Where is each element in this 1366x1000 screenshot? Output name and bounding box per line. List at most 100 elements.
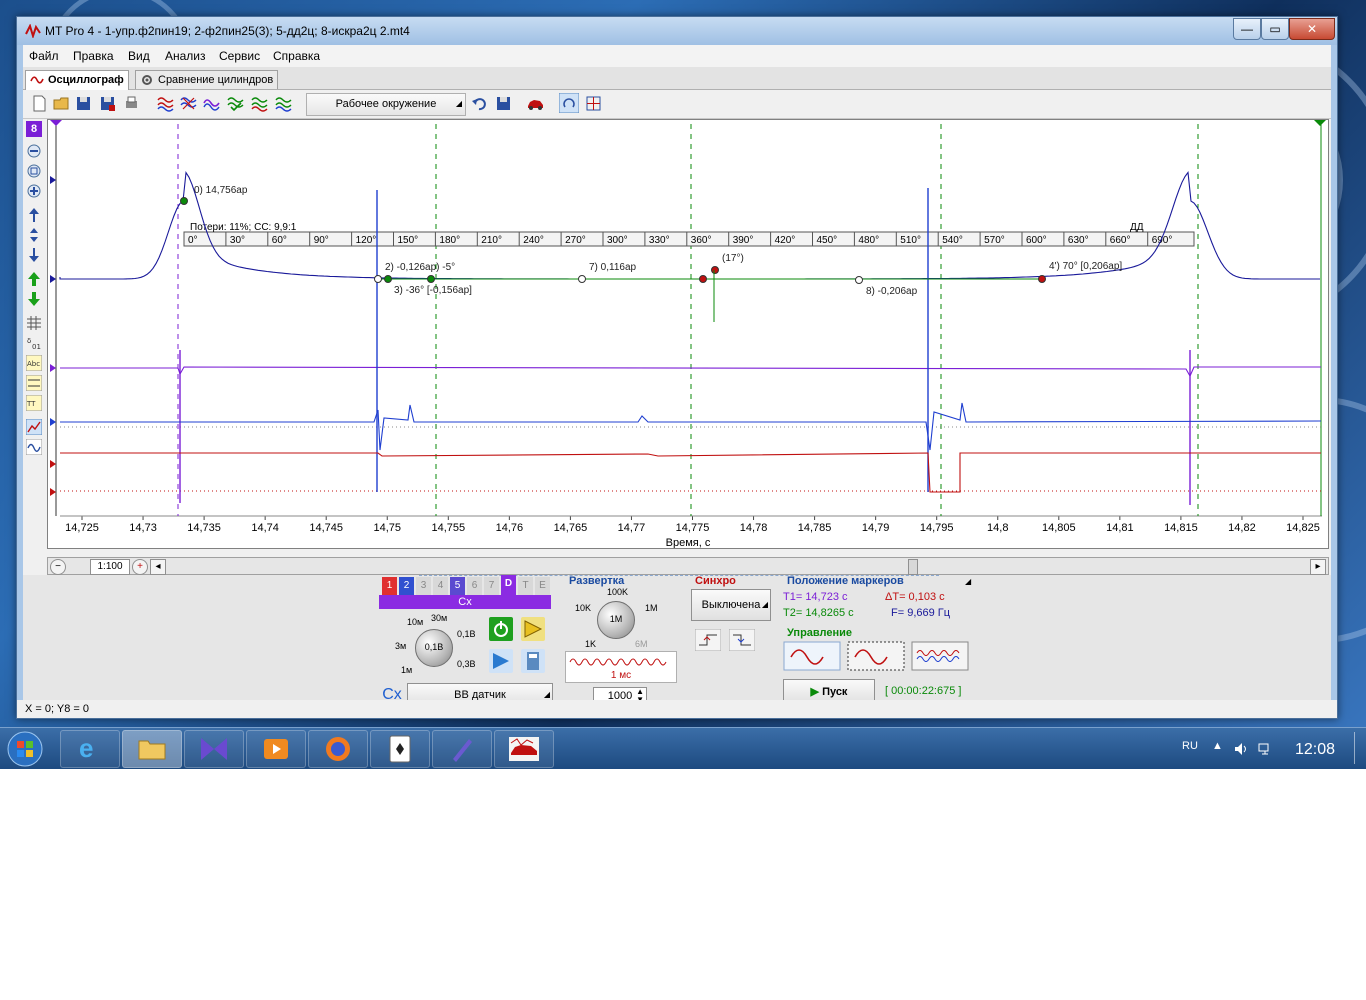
scale-both-icon[interactable] <box>26 227 42 243</box>
channel-tab-4[interactable]: 4 <box>433 577 448 595</box>
voltage-range-knob[interactable]: 0,1В <box>415 629 453 667</box>
angle-tick-label: 510° <box>900 235 921 246</box>
tab-cylinder-compare[interactable]: Сравнение цилиндров <box>135 70 279 89</box>
new-file-icon[interactable] <box>31 95 48 112</box>
print-icon[interactable] <box>123 95 140 112</box>
menu-analysis[interactable]: Анализ <box>165 49 206 63</box>
values-icon[interactable]: δ01 <box>26 335 42 351</box>
taskbar-mtpro[interactable] <box>494 730 554 768</box>
menu-file[interactable]: Файл <box>29 49 59 63</box>
channel-tab-e[interactable]: E <box>535 577 550 595</box>
scroll-right-button[interactable]: ▸ <box>1310 559 1326 575</box>
wave-view-icon[interactable] <box>26 439 42 455</box>
menu-service[interactable]: Сервис <box>219 49 260 63</box>
oscilloscope-plot[interactable]: 14,725 14,73 14,735 14,74 14,745 14,75 14,755 1… <box>47 119 1329 549</box>
channel-tab-1[interactable]: 1 <box>382 577 397 595</box>
zoom-in-icon[interactable] <box>26 183 42 199</box>
angle-tick-label: 150° <box>398 235 419 246</box>
marker-label: (17°) <box>722 253 744 264</box>
save-as-icon[interactable] <box>99 95 116 112</box>
trigger-falling-icon[interactable] <box>729 629 755 651</box>
move-down-icon[interactable] <box>26 291 42 307</box>
sweep-knob-value: 1M <box>609 614 623 624</box>
x-tick-label: 14,805 <box>1042 522 1076 534</box>
menu-edit[interactable]: Правка <box>73 49 114 63</box>
window-title: MT Pro 4 - 1-упр.ф2пин19; 2-ф2пин25(3); … <box>45 24 410 38</box>
close-button[interactable]: ✕ <box>1289 18 1335 40</box>
maximize-button[interactable]: ▭ <box>1261 18 1289 40</box>
standby-mode-icon[interactable] <box>847 641 905 671</box>
channel-tab-5[interactable]: 5 <box>450 577 465 595</box>
chart-view-icon[interactable] <box>26 419 42 435</box>
text-tool-icon[interactable]: TT <box>26 395 42 411</box>
grid-icon[interactable] <box>26 315 42 331</box>
amplifier-x1-icon[interactable] <box>521 617 545 641</box>
crosshair-icon[interactable] <box>585 95 602 112</box>
labels-icon[interactable]: Abc <box>26 355 42 371</box>
taskbar-explorer[interactable] <box>122 730 182 768</box>
single-mode-icon[interactable] <box>783 641 841 671</box>
continuous-mode-icon[interactable] <box>911 641 969 671</box>
channel-panel: 1 2 3 4 5 6 7 D T E Cx 10м 30м 3м 0,1В 1… <box>379 575 553 707</box>
markers-icon[interactable] <box>26 375 42 391</box>
language-indicator[interactable]: RU <box>1182 740 1198 752</box>
taskbar-solitaire[interactable] <box>370 730 430 768</box>
channel-tab-2[interactable]: 2 <box>399 577 414 595</box>
save-environment-icon[interactable] <box>495 95 512 112</box>
zoom-fit-icon[interactable] <box>26 163 42 179</box>
scroll-thumb[interactable] <box>908 559 918 575</box>
start-orb-icon[interactable] <box>6 730 44 768</box>
markers-menu-icon[interactable]: ◢ <box>965 577 971 586</box>
scroll-left-button[interactable]: ◂ <box>150 559 166 575</box>
taskbar-firefox[interactable] <box>308 730 368 768</box>
save-icon[interactable] <box>75 95 92 112</box>
scale-up-icon[interactable] <box>26 207 42 223</box>
marker-point <box>384 275 392 283</box>
menu-help[interactable]: Справка <box>273 49 320 63</box>
channel-tab-d[interactable]: D <box>501 575 516 595</box>
network-icon[interactable] <box>1258 742 1272 756</box>
clock-time[interactable]: 12:08 <box>1295 741 1335 759</box>
cursor-mode-icon[interactable] <box>559 93 579 113</box>
trigger-rising-icon[interactable] <box>695 629 721 651</box>
channel-tab-t[interactable]: T <box>518 577 533 595</box>
channel-wave-icon-2[interactable] <box>180 95 197 112</box>
taskbar-app-tool[interactable] <box>432 730 492 768</box>
taskbar-media[interactable] <box>246 730 306 768</box>
sweep-knob[interactable]: 1M <box>597 601 635 639</box>
time-scrollbar[interactable]: − 1:100 + ◂ ▸ <box>47 557 1329 575</box>
invert-icon[interactable] <box>489 649 513 673</box>
zoom-plus-button[interactable]: + <box>132 559 148 575</box>
active-channel-badge[interactable]: 8 <box>26 121 42 137</box>
undo-icon[interactable] <box>471 95 488 112</box>
taskbar-app-visual[interactable] <box>184 730 244 768</box>
zoom-out-icon[interactable] <box>26 143 42 159</box>
angle-tick-label: 420° <box>775 235 796 246</box>
channel-tab-7[interactable]: 7 <box>484 577 499 595</box>
volume-icon[interactable] <box>1234 742 1248 756</box>
move-up-icon[interactable] <box>26 271 42 287</box>
channel-level-marker <box>50 418 56 426</box>
minimize-button[interactable]: — <box>1233 18 1261 40</box>
show-desktop-button[interactable] <box>1354 732 1355 764</box>
channel-wave-icon-6[interactable] <box>275 95 292 112</box>
channel-tab-6[interactable]: 6 <box>467 577 482 595</box>
channel-wave-icon-1[interactable] <box>157 95 174 112</box>
channel-wave-icon-4[interactable] <box>227 95 244 112</box>
tab-oscilloscope[interactable]: Осциллограф <box>25 70 129 90</box>
channel-wave-icon-5[interactable] <box>251 95 268 112</box>
channel-tab-3[interactable]: 3 <box>416 577 431 595</box>
zoom-minus-button[interactable]: − <box>50 559 66 575</box>
channel-wave-icon-3[interactable] <box>203 95 220 112</box>
calculator-icon[interactable] <box>521 649 545 673</box>
power-toggle-icon[interactable] <box>489 617 513 641</box>
scale-down-icon[interactable] <box>26 247 42 263</box>
oscilloscope-canvas[interactable]: 14,725 14,73 14,735 14,74 14,745 14,75 14,755 1… <box>48 120 1328 548</box>
environment-dropdown[interactable]: Рабочее окружение ◢ <box>306 93 466 116</box>
open-folder-icon[interactable] <box>53 95 70 112</box>
taskbar-ie[interactable]: e <box>60 730 120 768</box>
tray-expand-icon[interactable]: ▲ <box>1212 740 1223 752</box>
menu-view[interactable]: Вид <box>128 49 150 63</box>
car-icon[interactable] <box>527 95 544 112</box>
sync-mode-button[interactable]: Выключена ◢ <box>691 589 771 621</box>
